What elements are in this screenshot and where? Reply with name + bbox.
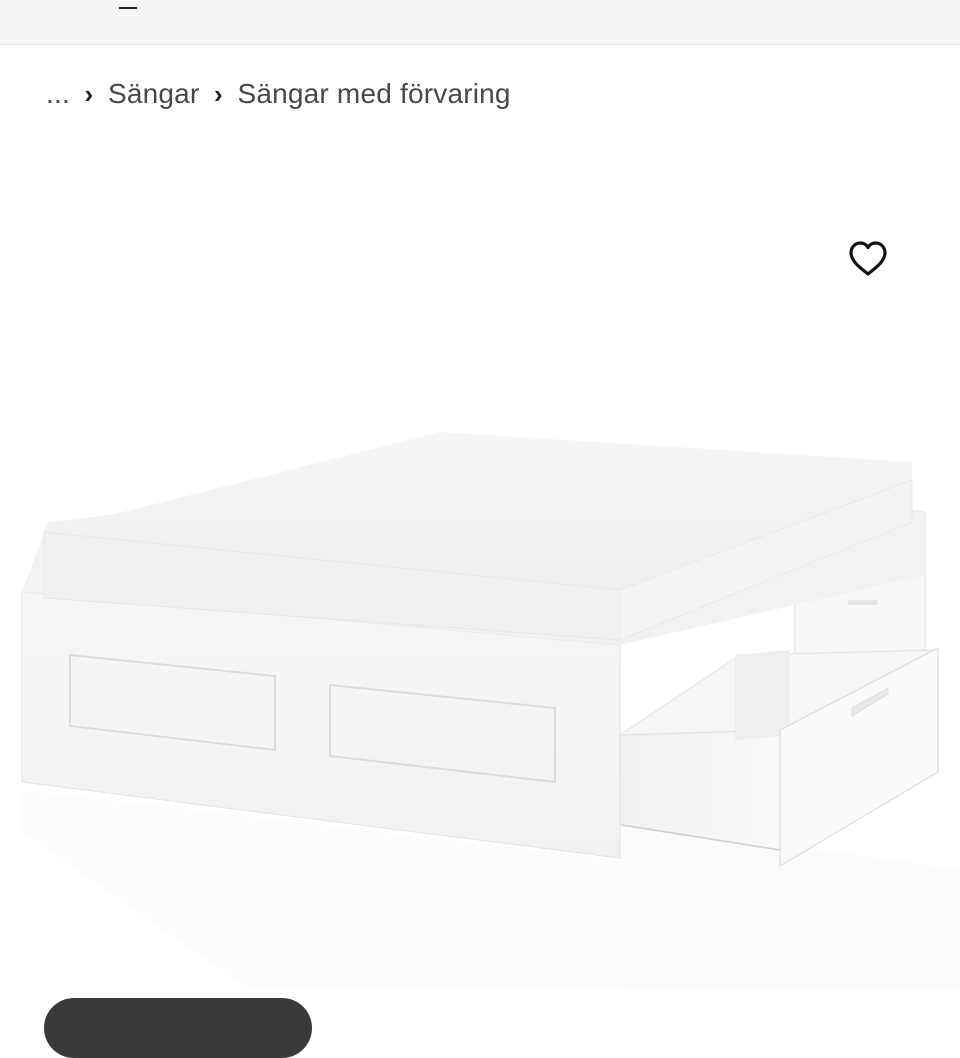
heart-icon	[849, 241, 887, 276]
top-bar-indicator	[119, 7, 137, 9]
breadcrumb-item-sangar-med-forvaring[interactable]: Sängar med förvaring	[237, 78, 510, 110]
breadcrumb-separator-icon: ›	[84, 78, 94, 109]
breadcrumb-item-sangar[interactable]: Sängar	[108, 78, 200, 110]
add-to-cart-button[interactable]	[44, 998, 312, 1058]
favorite-button[interactable]	[846, 238, 890, 280]
breadcrumb-ellipsis[interactable]: ...	[46, 78, 70, 110]
top-bar	[0, 0, 960, 45]
product-image	[20, 432, 960, 990]
breadcrumb: ... › Sängar › Sängar med förvaring	[46, 74, 511, 114]
breadcrumb-separator-icon: ›	[214, 78, 223, 109]
